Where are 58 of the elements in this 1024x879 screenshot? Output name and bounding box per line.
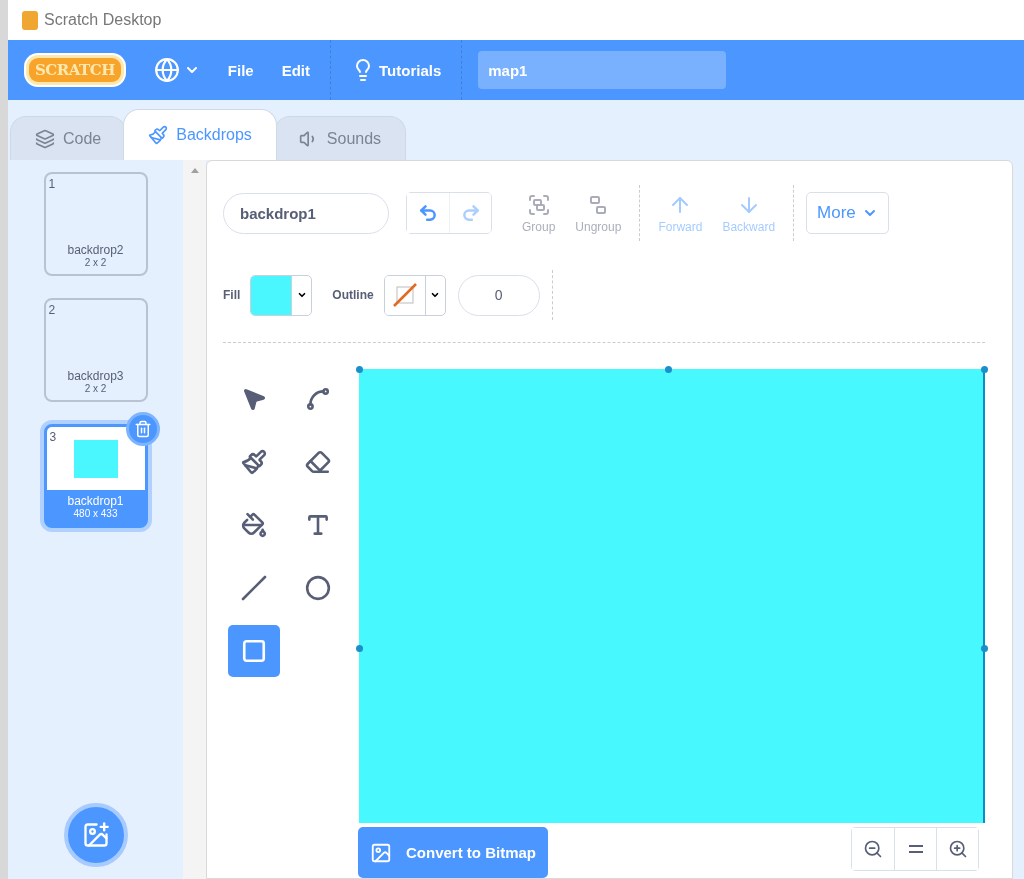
backdrop-name: backdrop3 (66, 368, 125, 383)
scroll-up-icon[interactable] (190, 168, 199, 173)
caret-icon (296, 290, 307, 300)
zoom-out-icon (863, 839, 883, 859)
resize-handle[interactable] (356, 645, 363, 652)
backdrop-card[interactable]: 3 backdrop1 480 x 433 (43, 424, 148, 528)
paintbrush-icon (148, 125, 169, 145)
app-icon (22, 10, 38, 30)
blocks-icon (35, 128, 55, 149)
backdrop-number: 3 (49, 430, 57, 444)
more-button[interactable]: More (806, 192, 889, 234)
backdrop-card[interactable]: 2 backdrop3 2 x 2 (43, 298, 148, 402)
backdrop-name: backdrop2 (66, 242, 125, 257)
undo-icon (418, 203, 438, 223)
image-plus-icon (81, 821, 110, 849)
fill-color-picker[interactable] (250, 274, 313, 316)
equals-icon (908, 844, 923, 854)
tab[interactable]: Backdrops (123, 109, 277, 160)
backdrop-name: backdrop1 (66, 493, 125, 508)
caret-icon (430, 290, 441, 300)
project-title-field[interactable]: map1 (478, 51, 727, 89)
convert-to-bitmap-button[interactable]: Convert to Bitmap (358, 827, 548, 878)
zoom-in-icon (947, 839, 968, 859)
backdrop-size: 2 x 2 (83, 383, 108, 396)
image-icon (370, 841, 392, 864)
square-icon (241, 638, 267, 664)
outline-color-picker[interactable] (383, 274, 446, 316)
logo[interactable]: SCRATCH (26, 55, 124, 85)
resize-handle[interactable] (981, 366, 988, 373)
delete-button[interactable] (125, 412, 160, 446)
backdrop-number: 1 (48, 177, 56, 191)
paint-bucket-icon (241, 512, 267, 538)
backdrop-number: 2 (48, 303, 56, 317)
resize-handle[interactable] (356, 366, 363, 373)
zoom-in-button[interactable] (936, 828, 978, 870)
backdrop-card[interactable]: 1 backdrop2 2 x 2 (43, 172, 148, 276)
outline-label: Outline (332, 288, 374, 302)
pointer-icon (241, 386, 267, 412)
menu-item[interactable]: File (213, 40, 268, 100)
tool-button[interactable] (228, 625, 280, 677)
backdrop-size: 480 x 433 (72, 508, 119, 521)
resize-handle[interactable] (665, 366, 672, 373)
line-icon (241, 575, 267, 601)
globe-icon (153, 57, 180, 83)
resize-handle[interactable] (981, 645, 988, 652)
tutorials-button[interactable]: Tutorials (337, 40, 456, 100)
circle-icon (305, 575, 331, 601)
eraser-icon (305, 449, 331, 475)
trash-icon (133, 420, 152, 438)
group-icon (526, 192, 551, 217)
menu-item[interactable]: Edit (267, 40, 324, 100)
brush-icon (241, 449, 267, 475)
reshape-icon (305, 386, 331, 412)
fill-label: Fill (223, 288, 241, 302)
window-title: Scratch Desktop (44, 11, 162, 29)
redo-icon (460, 203, 481, 223)
backdrop-size: 2 x 2 (83, 257, 108, 270)
text-icon (305, 512, 331, 538)
